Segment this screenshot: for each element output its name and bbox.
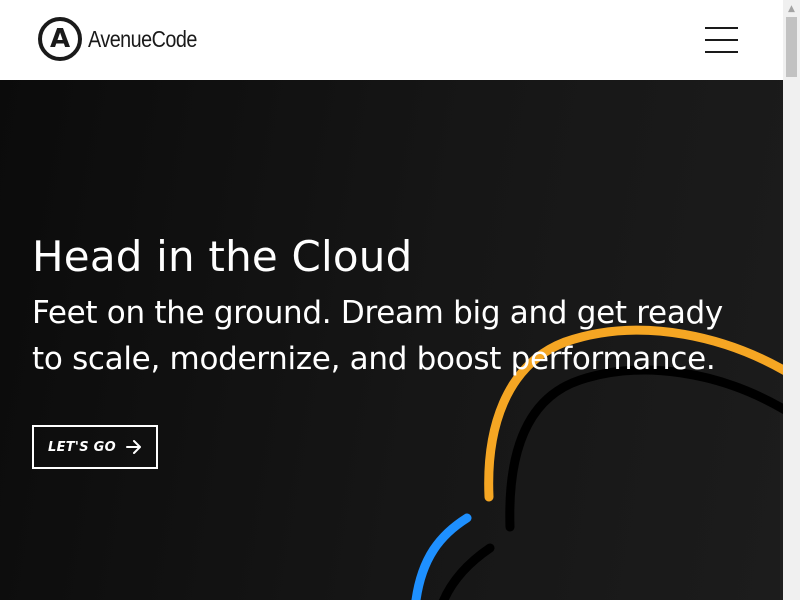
hero-section: Head in the Cloud Feet on the ground. Dr… — [0, 80, 783, 600]
brand-logo[interactable]: A AvenueCode — [38, 17, 215, 61]
site-header: A AvenueCode — [0, 0, 783, 80]
black-arc — [505, 365, 783, 532]
scroll-thumb[interactable] — [786, 17, 797, 77]
hero-subtitle: Feet on the ground. Dream big and get re… — [32, 295, 723, 377]
menu-bar — [705, 39, 738, 41]
cta-label: LET'S GO — [47, 439, 117, 455]
hero-title: Head in the Cloud — [32, 232, 413, 281]
arrow-right-icon — [126, 440, 142, 454]
menu-bar — [705, 27, 738, 29]
logo-mark: A — [38, 17, 82, 61]
page-scrollbar[interactable]: ▲ — [783, 0, 800, 600]
menu-bar — [705, 51, 738, 53]
scroll-up-arrow-icon[interactable]: ▲ — [783, 0, 800, 17]
logo-text: AvenueCode — [88, 25, 197, 52]
blue-arc — [411, 513, 472, 600]
hamburger-menu-icon[interactable] — [705, 27, 738, 53]
black-lower-arc — [438, 543, 495, 600]
lets-go-button[interactable]: LET'S GO — [32, 425, 158, 469]
